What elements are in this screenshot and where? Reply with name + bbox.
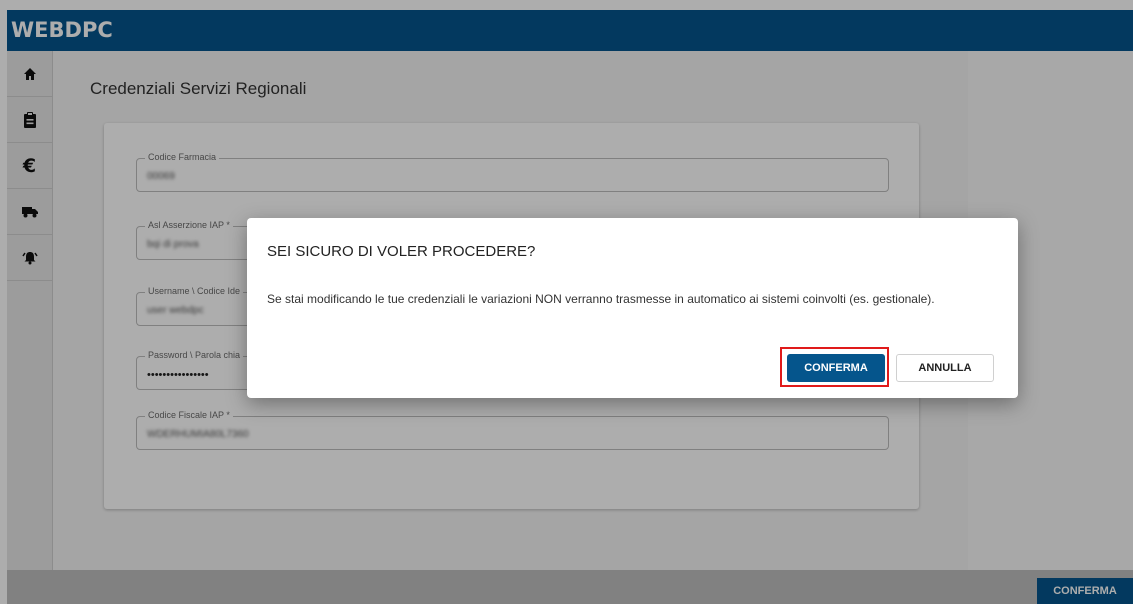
dialog-confirm-button[interactable]: CONFERMA: [787, 354, 885, 382]
confirm-dialog: SEI SICURO DI VOLER PROCEDERE? Se stai m…: [247, 218, 1018, 398]
dialog-title: SEI SICURO DI VOLER PROCEDERE?: [267, 243, 536, 260]
dialog-message: Se stai modificando le tue credenziali l…: [267, 292, 935, 306]
dialog-cancel-button[interactable]: ANNULLA: [896, 354, 994, 382]
